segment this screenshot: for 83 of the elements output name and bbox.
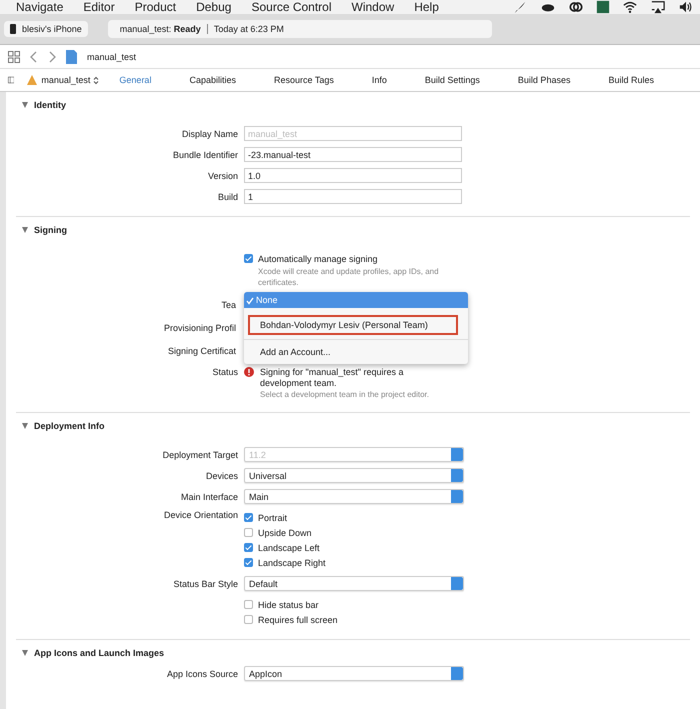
- checkbox-label: Requires full screen: [258, 614, 338, 624]
- menu-item[interactable]: Help: [414, 0, 439, 14]
- menu-item[interactable]: Debug: [196, 0, 232, 14]
- section-title: Identity: [34, 100, 66, 110]
- disclosure-triangle-icon[interactable]: [22, 227, 28, 233]
- field-label: Bundle Identifier: [172, 150, 238, 160]
- target-selector[interactable]: manual_test: [26, 74, 100, 86]
- field-label: Version: [206, 170, 238, 180]
- section-title: App Icons and Launch Images: [34, 648, 164, 658]
- tab[interactable]: Resource Tags: [274, 75, 334, 85]
- tab[interactable]: General: [119, 75, 152, 85]
- status-message: Signing for "manual_test" requires a development team.: [260, 367, 404, 389]
- field-label: Status Bar Style: [172, 578, 238, 588]
- checkbox[interactable]: [244, 615, 253, 624]
- field-label: Deployment Target: [162, 450, 238, 460]
- text-field[interactable]: -23.manual-test: [244, 147, 462, 162]
- wifi-icon[interactable]: [622, 0, 638, 14]
- field-label: Devices: [204, 470, 238, 480]
- checkbox-label: Automatically manage signing: [258, 254, 378, 264]
- checkbox-label: Portrait: [258, 512, 288, 522]
- menu-item[interactable]: Source Control: [251, 0, 332, 14]
- tab[interactable]: Build Settings: [424, 75, 480, 85]
- checkbox[interactable]: [244, 558, 253, 567]
- speaker-icon[interactable]: [678, 0, 694, 14]
- tab[interactable]: Info: [372, 75, 387, 85]
- menu-item[interactable]: Bohdan-Volodymyr Lesiv (Personal Team): [250, 317, 456, 333]
- section-title: Deployment Info: [34, 421, 105, 431]
- square-icon[interactable]: [596, 0, 610, 14]
- checkbox[interactable]: [244, 513, 253, 522]
- popup-button[interactable]: Default: [244, 576, 464, 591]
- field-label: Signing Certificat: [168, 346, 236, 356]
- build-time: Today at 6:23 PM: [214, 24, 284, 34]
- menu-item[interactable]: Product: [134, 0, 176, 14]
- rings-icon[interactable]: [568, 0, 584, 14]
- disclosure-triangle-icon[interactable]: [22, 102, 28, 108]
- checkbox[interactable]: [244, 254, 253, 263]
- menu-item[interactable]: Window: [352, 0, 394, 14]
- checkbox-label: Hide status bar: [258, 600, 319, 610]
- tab[interactable]: Build Phases: [518, 75, 570, 85]
- build-status: manual_test: Ready: [120, 24, 201, 34]
- checkbox-label: Upside Down: [258, 528, 312, 538]
- menu-item[interactable]: Add an Account...: [248, 344, 464, 360]
- field-label: Device Orientation: [162, 510, 238, 520]
- field-label: Display Name: [180, 128, 238, 138]
- chevron-updown-icon[interactable]: [93, 76, 100, 84]
- checkbox[interactable]: [244, 528, 253, 537]
- text-field[interactable]: manual_test: [244, 126, 462, 141]
- popup-button[interactable]: AppIcon: [244, 666, 464, 681]
- checkmark-icon: [246, 297, 254, 305]
- menu-item[interactable]: Editor: [83, 0, 115, 14]
- back-icon[interactable]: [30, 50, 38, 62]
- disclosure-triangle-icon[interactable]: [22, 423, 28, 429]
- checkbox[interactable]: [244, 543, 253, 552]
- field-label: Status: [211, 367, 238, 377]
- airplay-icon[interactable]: [650, 0, 666, 14]
- sidebar-toggle-icon[interactable]: [8, 74, 14, 86]
- device-selector[interactable]: blesiv's iPhone: [4, 21, 88, 37]
- popup-button[interactable]: Universal: [244, 468, 464, 483]
- app-target-icon: [26, 74, 38, 86]
- popup-button[interactable]: Main: [244, 489, 464, 504]
- field-label: Provisioning Profil: [164, 323, 236, 333]
- field-label: Tea: [221, 300, 236, 310]
- forward-icon[interactable]: [48, 50, 56, 62]
- phone-icon: [10, 24, 16, 34]
- text-field[interactable]: 1.0: [244, 168, 462, 183]
- field-label: Main Interface: [180, 492, 238, 502]
- error-icon: [244, 367, 254, 377]
- section-title: Signing: [34, 225, 67, 235]
- grid-icon[interactable]: [8, 50, 20, 62]
- checkbox-label: Landscape Right: [258, 558, 326, 568]
- text-field[interactable]: 1: [244, 189, 462, 204]
- tab[interactable]: Build Rules: [608, 75, 654, 85]
- menu-item[interactable]: Navigate: [16, 0, 64, 14]
- project-file-icon: [66, 50, 77, 64]
- help-text: Xcode will create and update profiles, app IDs, and certificates.: [258, 266, 440, 288]
- checkbox-label: Landscape Left: [258, 542, 320, 552]
- field-label: App Icons Source: [166, 668, 238, 678]
- help-text: Select a development team in the project editor.: [260, 389, 430, 400]
- tab[interactable]: Capabilities: [189, 75, 236, 85]
- disclosure-triangle-icon[interactable]: [22, 650, 28, 656]
- path-item[interactable]: manual_test: [87, 52, 136, 62]
- field-label: Build: [216, 192, 238, 202]
- checkbox[interactable]: [244, 600, 253, 609]
